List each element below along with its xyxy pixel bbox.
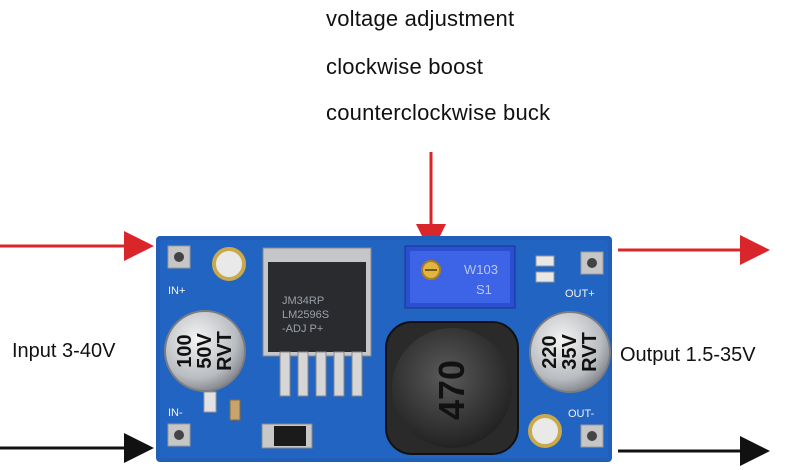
- smd-component: [229, 399, 241, 421]
- inductor-value: 470: [431, 360, 472, 420]
- power-inductor: 470: [385, 321, 519, 455]
- in-minus-label: IN-: [168, 407, 183, 419]
- chip-marking-line2: LM2596S: [282, 309, 329, 321]
- input-cap-marking-1: 100: [174, 334, 196, 367]
- pot-marking-line2: S1: [476, 282, 492, 297]
- input-cap-marking-3: RVT: [214, 331, 236, 371]
- output-cap-marking-1: 220: [539, 335, 561, 368]
- in-plus-label: IN+: [168, 285, 185, 297]
- chip-pin: [315, 351, 327, 397]
- mounting-hole: [528, 414, 562, 448]
- mounting-hole: [212, 247, 246, 281]
- voltage-potentiometer: [404, 245, 516, 309]
- output-voltage-label: Output 1.5-35V: [620, 344, 756, 366]
- out-minus-label: OUT-: [568, 408, 595, 420]
- chip-marking-line1: JM34RP: [282, 295, 324, 307]
- out-plus-label: OUT+: [565, 288, 595, 300]
- output-cap-marking-2: 35V: [559, 334, 581, 370]
- smd-resistor: [535, 255, 555, 267]
- pot-marking-line1: W103: [464, 262, 498, 277]
- output-cap-marking-3: RVT: [579, 332, 601, 372]
- input-cap-marking-2: 50V: [194, 333, 216, 369]
- chip-pin: [351, 351, 363, 397]
- chip-marking-line3: -ADJ P+: [282, 323, 323, 335]
- schottky-diode: [261, 423, 313, 449]
- input-voltage-label: Input 3-40V: [12, 340, 116, 362]
- chip-pin: [279, 351, 291, 397]
- output-capacitor: 220 35V RVT: [529, 311, 611, 393]
- smd-resistor: [535, 271, 555, 283]
- product-photo: IN+ IN- OUT+ OUT- JM34RP LM2596S -ADJ P+…: [0, 152, 770, 466]
- chip-pin: [333, 351, 345, 397]
- chip-pin: [297, 351, 309, 397]
- input-capacitor: 100 50V RVT: [164, 310, 246, 392]
- smd-capacitor: [203, 391, 217, 413]
